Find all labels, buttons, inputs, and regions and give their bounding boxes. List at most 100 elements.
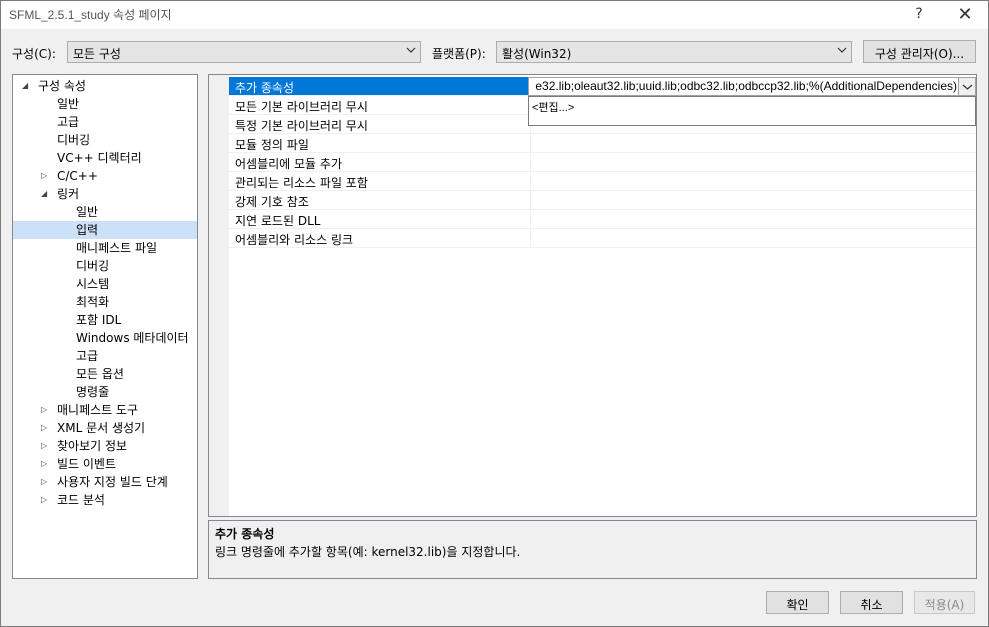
tree-item-label: 일반 (76, 205, 99, 219)
property-grid: 추가 종속성 모든 기본 라이브러리 무시 특정 기본 라이브러리 무시 모듈 … (208, 74, 977, 517)
expanded-icon[interactable]: ◢ (41, 185, 51, 203)
tree-item-label: 구성 속성 (38, 79, 86, 93)
collapsed-icon[interactable]: ▷ (41, 419, 51, 437)
tree-item-label: 디버깅 (57, 133, 91, 147)
tree-item-label: XML 문서 생성기 (57, 421, 146, 435)
expanded-icon[interactable]: ◢ (22, 77, 32, 95)
collapsed-icon[interactable]: ▷ (41, 455, 51, 473)
tree-item-label: 찾아보기 정보 (57, 439, 128, 453)
platform-value: 활성(Win32) (502, 47, 572, 61)
property-row-delay-loaded-dlls[interactable]: 지연 로드된 DLL (229, 210, 976, 229)
property-name: 강제 기호 참조 (235, 195, 309, 209)
grid-gutter (209, 75, 229, 516)
chevron-down-icon (962, 84, 973, 90)
property-row-module-definition-file[interactable]: 모듈 정의 파일 (229, 134, 976, 153)
tree-item-c-cpp[interactable]: ▷ C/C++ (13, 167, 197, 185)
tree-item-custom-build-step[interactable]: ▷ 사용자 지정 빌드 단계 (13, 473, 197, 491)
help-button[interactable]: ? (899, 1, 939, 27)
property-name: 모든 기본 라이브러리 무시 (235, 100, 368, 114)
tree-item-label: 시스템 (76, 277, 110, 291)
tree-item-label: 포함 IDL (76, 313, 122, 327)
description-panel: 추가 종속성 링크 명령줄에 추가할 항목(예: kernel32.lib)을 … (208, 520, 977, 579)
tree-item-label: 모든 옵션 (76, 367, 124, 381)
tree-item-linker-general[interactable]: 일반 (13, 203, 197, 221)
chevron-down-icon (837, 47, 847, 53)
dropdown-button[interactable] (958, 78, 975, 95)
platform-combo[interactable]: 활성(Win32) (496, 41, 852, 63)
tree-item-system[interactable]: 시스템 (13, 275, 197, 293)
tree-item-label: 일반 (57, 97, 80, 111)
configuration-combo[interactable]: 모든 구성 (67, 41, 421, 63)
apply-button[interactable]: 적용(A) (914, 591, 975, 614)
tree-item-label: VC++ 디렉터리 (57, 151, 142, 165)
tree-item-label: 사용자 지정 빌드 단계 (57, 475, 168, 489)
property-name: 추가 종속성 (229, 77, 529, 95)
tree-item-linker-advanced[interactable]: 고급 (13, 347, 197, 365)
tree-item-linker-input[interactable]: 입력 (13, 221, 197, 239)
additional-dependencies-input[interactable]: e32.lib;oleaut32.lib;uuid.lib;odbc32.lib… (528, 77, 976, 96)
chevron-down-icon (406, 47, 416, 53)
tree-item-label: 코드 분석 (57, 493, 105, 507)
tree-item-label: 입력 (76, 223, 99, 237)
property-name: 지연 로드된 DLL (235, 214, 321, 228)
tree-item-label: 링커 (57, 187, 80, 201)
property-row-assembly-link-resource[interactable]: 어셈블리와 리소스 링크 (229, 229, 976, 248)
property-pages-dialog: SFML_2.5.1_study 속성 페이지 ? ✕ 구성(C): 모든 구성… (0, 0, 989, 627)
property-value[interactable] (530, 229, 976, 247)
property-value[interactable] (530, 134, 976, 152)
configuration-label: 구성(C): (12, 47, 56, 61)
property-value[interactable] (530, 153, 976, 171)
dropdown-item-edit[interactable]: <편집...> (532, 99, 574, 115)
tree-item-linker-debugging[interactable]: 디버깅 (13, 257, 197, 275)
tree-item-build-events[interactable]: ▷ 빌드 이벤트 (13, 455, 197, 473)
title-bar: SFML_2.5.1_study 속성 페이지 ? ✕ (1, 1, 988, 29)
tree-item-code-analysis[interactable]: ▷ 코드 분석 (13, 491, 197, 509)
ok-button[interactable]: 확인 (766, 591, 829, 614)
tree-item-advanced[interactable]: 고급 (13, 113, 197, 131)
collapsed-icon[interactable]: ▷ (41, 473, 51, 491)
tree-item-label: 디버깅 (76, 259, 110, 273)
close-button[interactable]: ✕ (945, 1, 985, 27)
collapsed-icon[interactable]: ▷ (41, 167, 51, 185)
tree-item-label: 매니페스트 도구 (57, 403, 139, 417)
platform-label: 플랫폼(P): (432, 47, 486, 61)
tree-item-all-options[interactable]: 모든 옵션 (13, 365, 197, 383)
property-row-embed-managed-resource[interactable]: 관리되는 리소스 파일 포함 (229, 172, 976, 191)
tree-item-browse-info[interactable]: ▷ 찾아보기 정보 (13, 437, 197, 455)
tree-item-vc-directories[interactable]: VC++ 디렉터리 (13, 149, 197, 167)
configuration-value: 모든 구성 (73, 47, 121, 61)
property-name: 모듈 정의 파일 (235, 138, 309, 152)
collapsed-icon[interactable]: ▷ (41, 401, 51, 419)
additional-dependencies-value: e32.lib;oleaut32.lib;uuid.lib;odbc32.lib… (535, 79, 957, 93)
collapsed-icon[interactable]: ▷ (41, 491, 51, 509)
tree-item-windows-metadata[interactable]: Windows 메타데이터 (13, 329, 197, 347)
tree-item-manifest-tool[interactable]: ▷ 매니페스트 도구 (13, 401, 197, 419)
property-name: 어셈블리에 모듈 추가 (235, 157, 342, 171)
tree-item-linker[interactable]: ◢ 링커 (13, 185, 197, 203)
property-tree: ◢ 구성 속성 일반 고급 디버깅 VC++ 디렉터리 ▷ C/C++ ◢ 링커… (12, 74, 198, 579)
property-value[interactable] (530, 172, 976, 190)
window-title: SFML_2.5.1_study 속성 페이지 (9, 8, 172, 22)
tree-item-xml-doc-generator[interactable]: ▷ XML 문서 생성기 (13, 419, 197, 437)
property-name: 관리되는 리소스 파일 포함 (235, 176, 368, 190)
tree-item-embedded-idl[interactable]: 포함 IDL (13, 311, 197, 329)
tree-item-command-line[interactable]: 명령줄 (13, 383, 197, 401)
tree-item-config-properties[interactable]: ◢ 구성 속성 (13, 77, 197, 95)
property-row-force-symbol-references[interactable]: 강제 기호 참조 (229, 191, 976, 210)
description-text: 링크 명령줄에 추가할 항목(예: kernel32.lib)을 지정합니다. (215, 545, 521, 559)
configuration-manager-button[interactable]: 구성 관리자(O)... (863, 40, 976, 63)
property-name: 어셈블리와 리소스 링크 (235, 233, 354, 247)
tree-item-debugging[interactable]: 디버깅 (13, 131, 197, 149)
tree-item-general[interactable]: 일반 (13, 95, 197, 113)
cancel-button[interactable]: 취소 (840, 591, 903, 614)
tree-item-label: Windows 메타데이터 (76, 331, 189, 345)
tree-item-manifest-file[interactable]: 매니페스트 파일 (13, 239, 197, 257)
tree-item-label: 명령줄 (76, 385, 110, 399)
tree-item-label: 고급 (76, 349, 99, 363)
tree-item-label: C/C++ (57, 169, 98, 183)
property-row-add-module-to-assembly[interactable]: 어셈블리에 모듈 추가 (229, 153, 976, 172)
collapsed-icon[interactable]: ▷ (41, 437, 51, 455)
tree-item-optimization[interactable]: 최적화 (13, 293, 197, 311)
property-value[interactable] (530, 210, 976, 228)
property-value[interactable] (530, 191, 976, 209)
